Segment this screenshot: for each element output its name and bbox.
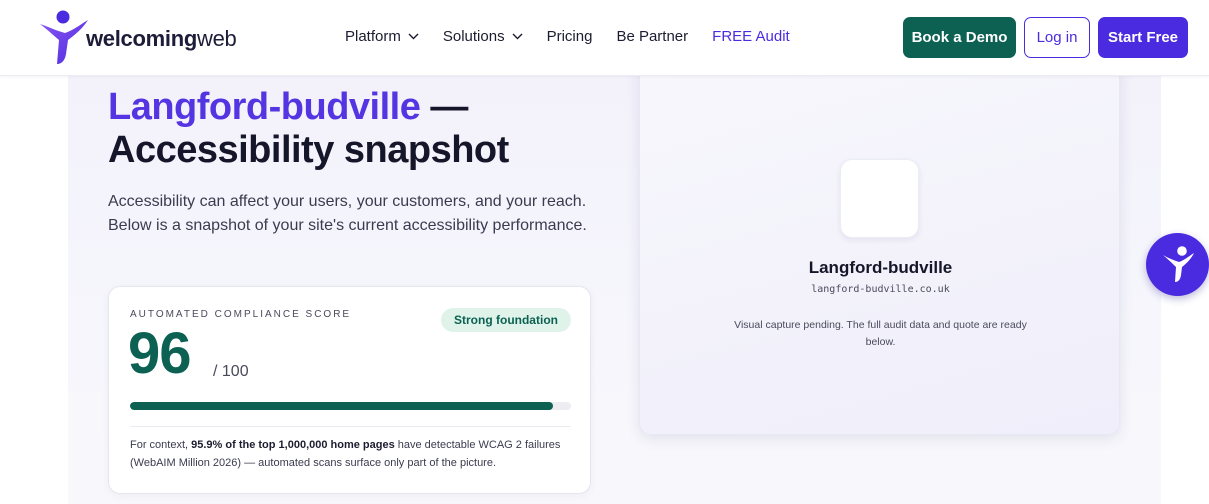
score-value: 96 bbox=[128, 321, 192, 386]
logo-text: welcomingweb bbox=[86, 26, 237, 51]
page-title: Langford-budville — Accessibility snapsho… bbox=[108, 86, 608, 171]
chevron-down-icon bbox=[512, 33, 523, 40]
logo-text-light: web bbox=[197, 26, 237, 51]
preview-site-name: Langford-budville bbox=[808, 258, 953, 277]
page-title-dash: — bbox=[420, 86, 468, 128]
page-title-site: Langford-budville bbox=[108, 86, 421, 128]
chevron-down-icon bbox=[408, 33, 419, 40]
nav-be-partner[interactable]: Be Partner bbox=[616, 28, 688, 45]
start-free-button[interactable]: Start Free bbox=[1098, 17, 1188, 58]
site-thumbnail-placeholder bbox=[840, 159, 919, 238]
site-preview-card: Langford-budville langford-budville.co.u… bbox=[639, 66, 1120, 435]
score-note-highlight: 95.9% of the top 1,000,000 home pages bbox=[191, 439, 395, 451]
nav-pricing[interactable]: Pricing bbox=[547, 28, 593, 45]
status-badge: Strong foundation bbox=[441, 308, 571, 332]
nav-be-partner-label: Be Partner bbox=[616, 28, 689, 45]
score-progress-fill bbox=[130, 402, 554, 410]
login-button[interactable]: Log in bbox=[1024, 17, 1090, 58]
score-progress-bar bbox=[130, 402, 571, 410]
main-nav: Platform Solutions Pricing Be Partner FR… bbox=[345, 28, 814, 45]
accessibility-figure-icon bbox=[1162, 245, 1194, 282]
site-header: welcomingweb Platform Solutions Pricing … bbox=[0, 0, 1209, 76]
accessibility-widget-button[interactable] bbox=[1146, 233, 1209, 296]
score-card: AUTOMATED COMPLIANCE SCORE Strong founda… bbox=[108, 286, 591, 494]
page-title-subtitle: Accessibility snapshot bbox=[108, 128, 509, 171]
score-note-prefix: For context, bbox=[130, 439, 192, 451]
nav-platform[interactable]: Platform bbox=[345, 28, 419, 45]
welcomingweb-figure-icon bbox=[40, 10, 88, 64]
nav-solutions-label: Solutions bbox=[442, 28, 505, 45]
preview-site-domain: langford-budville.co.uk bbox=[811, 284, 950, 295]
logo-text-bold: welcoming bbox=[86, 26, 197, 51]
score-max: / 100 bbox=[213, 363, 249, 380]
book-demo-button[interactable]: Book a Demo bbox=[903, 17, 1016, 58]
score-context-note: For context, 95.9% of the top 1,000,000 … bbox=[130, 437, 575, 472]
nav-free-audit-label: FREE Audit bbox=[712, 28, 790, 45]
intro-paragraph: Accessibility can affect your users, you… bbox=[108, 193, 587, 234]
score-label: AUTOMATED COMPLIANCE SCORE bbox=[130, 309, 352, 320]
preview-status-message: Visual capture pending. The full audit d… bbox=[734, 319, 1027, 349]
nav-platform-label: Platform bbox=[345, 28, 401, 45]
divider bbox=[130, 426, 571, 427]
nav-solutions[interactable]: Solutions bbox=[443, 28, 523, 45]
nav-free-audit[interactable]: FREE Audit bbox=[712, 28, 790, 45]
logo[interactable]: welcomingweb bbox=[38, 10, 237, 66]
nav-pricing-label: Pricing bbox=[546, 28, 593, 45]
